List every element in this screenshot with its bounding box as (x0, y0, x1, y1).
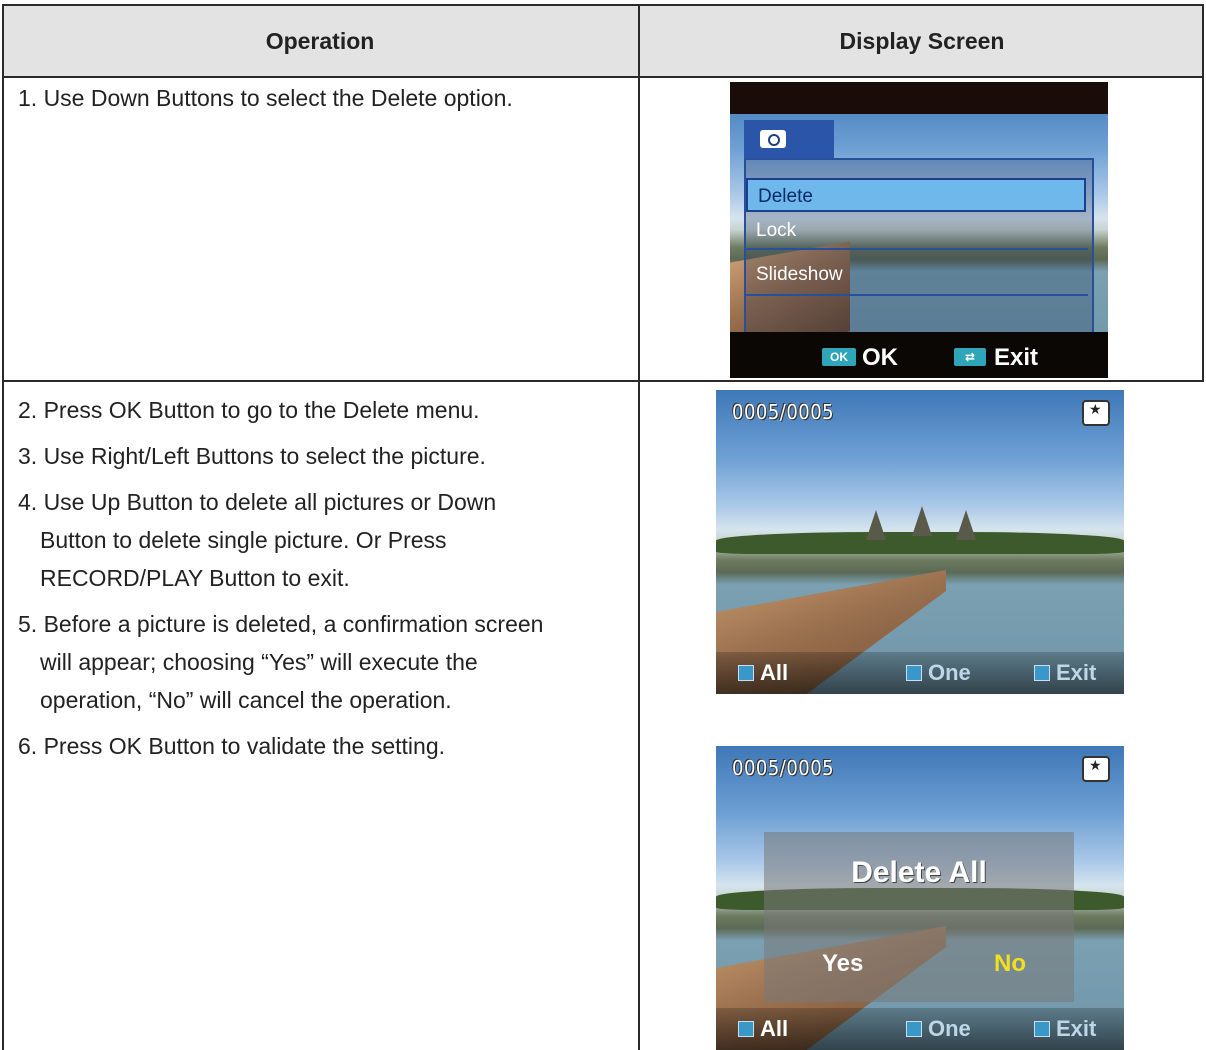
step-4-line-1: 4. Use Up Button to delete all pictures … (18, 489, 497, 515)
exit-key-icon (1034, 665, 1050, 681)
step-5-line-1: 5. Before a picture is deleted, a confir… (18, 611, 544, 637)
all-label[interactable]: All (760, 1016, 788, 1042)
step-4-line-2: Button to delete single picture. Or Pres… (40, 527, 447, 553)
header-operation: Operation (265, 28, 375, 54)
dialog-title: Delete All (851, 856, 987, 889)
no-option[interactable]: No (994, 950, 1026, 978)
temple-tower (912, 506, 932, 536)
table-header-divider (2, 76, 1204, 78)
menu-separator (746, 294, 1088, 296)
table-border-top (2, 4, 1204, 6)
up-key-icon (738, 665, 754, 681)
table-row-divider (2, 380, 1204, 382)
step-6: 6. Press OK Button to validate the setti… (18, 733, 446, 759)
delete-confirm-screen: 0005/0005 Delete All Yes No All One Exit (716, 746, 1124, 1050)
step-3: 3. Use Right/Left Buttons to select the … (18, 443, 486, 469)
menu-item-delete[interactable]: Delete (746, 178, 1086, 212)
step-1: 1. Use Down Buttons to select the Delete… (18, 85, 513, 111)
yes-option[interactable]: Yes (822, 950, 863, 978)
ok-key-icon: OK (822, 348, 856, 366)
menu-tab[interactable] (744, 120, 834, 158)
menu-separator (746, 248, 1088, 250)
step-4-line-3: RECORD/PLAY Button to exit. (40, 565, 350, 591)
delete-dialog: Delete All Yes No (764, 832, 1074, 1002)
menu-screen: Delete Lock Slideshow OK OK ⇄ Exit (730, 82, 1108, 378)
menu-top-bar (730, 82, 1108, 114)
exit-label[interactable]: Exit (994, 344, 1038, 372)
up-key-icon (738, 1021, 754, 1037)
step-2: 2. Press OK Button to go to the Delete m… (18, 397, 480, 423)
menu-bottom-bar (730, 332, 1108, 378)
table-border-left (2, 4, 4, 1050)
image-counter: 0005/0005 (732, 756, 835, 780)
one-label[interactable]: One (928, 660, 971, 686)
table-border-right (1202, 4, 1204, 380)
one-label[interactable]: One (928, 1016, 971, 1042)
menu-item-lock[interactable]: Lock (746, 214, 1086, 248)
exit-key-icon: ⇄ (954, 348, 986, 366)
image-counter: 0005/0005 (732, 400, 835, 424)
step-5-line-3: operation, “No” will cancel the operatio… (40, 687, 452, 713)
exit-key-icon (1034, 1021, 1050, 1037)
temple-tower (866, 510, 886, 540)
ok-label[interactable]: OK (862, 344, 898, 372)
all-label[interactable]: All (760, 660, 788, 686)
exit-label[interactable]: Exit (1056, 1016, 1096, 1042)
menu-item-slideshow[interactable]: Slideshow (746, 258, 1086, 292)
camera-icon (1082, 400, 1110, 426)
playback-screen: 0005/0005 All One Exit (716, 390, 1124, 694)
exit-label[interactable]: Exit (1056, 660, 1096, 686)
table-column-divider (638, 4, 640, 1050)
header-display-screen: Display Screen (839, 28, 1005, 54)
temple-tower (956, 510, 976, 540)
camera-icon (760, 130, 786, 148)
step-5-line-2: will appear; choosing “Yes” will execute… (40, 649, 478, 675)
down-key-icon (906, 1021, 922, 1037)
camera-icon (1082, 756, 1110, 782)
down-key-icon (906, 665, 922, 681)
